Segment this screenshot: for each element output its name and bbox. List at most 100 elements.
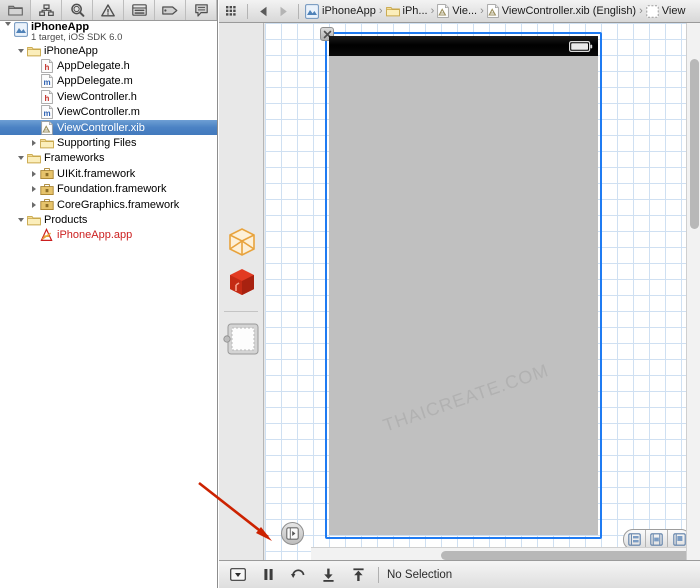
show-document-outline-icon[interactable] [281,522,304,545]
breadcrumb-item[interactable]: View [645,4,687,18]
editor-status-bar: No Selection [219,560,700,588]
breadcrumb-label: iPh... [402,5,428,17]
framework-icon [39,198,54,211]
file-tree-row[interactable]: UIKit.framework [0,166,217,181]
warning-icon [101,3,115,17]
debug-icon [162,5,178,16]
disclosure-triangle-icon[interactable] [2,22,13,26]
refresh-icon[interactable] [284,563,312,587]
disclosure-triangle-icon[interactable] [28,186,39,193]
breadcrumb-separator-icon: › [430,5,435,17]
file-tree-row[interactable]: CoreGraphics.framework [0,197,217,212]
file-tree-row[interactable]: h ViewController.h [0,89,217,104]
breadcrumb-separator-icon: › [480,5,484,17]
forward-arrow-icon[interactable] [273,1,293,21]
horizontal-scrollbar[interactable] [311,547,700,560]
file-tree-row[interactable]: Products [0,212,217,227]
file-tree-row-selected[interactable]: ViewController.xib [0,119,217,136]
project-navigator-tree[interactable]: iPhoneApp 1 target, iOS SDK 6.0 iPhoneApp… [0,21,217,588]
breadcrumb-item[interactable]: Vie... [436,4,478,18]
scrollbar-thumb[interactable] [690,59,699,229]
breadcrumb-label: Vie... [452,5,478,17]
view-object[interactable] [223,318,261,360]
pause-icon[interactable] [254,563,282,587]
breadcrumb-item[interactable]: iPh... [385,5,429,17]
file-tree-row[interactable]: Supporting Files [0,135,217,150]
step-into-icon[interactable] [314,563,342,587]
project-navigator[interactable] [0,0,31,20]
related-items-icon[interactable] [222,1,242,21]
svg-text:h: h [44,94,49,103]
search-icon [70,3,85,17]
disclosure-triangle-icon[interactable] [28,170,39,177]
folder-icon [39,137,54,149]
back-arrow-icon[interactable] [253,1,273,21]
file-tree-row[interactable]: Frameworks [0,151,217,166]
navigator-tab-bar [0,0,217,21]
source-file-icon: m [39,74,54,89]
divider [298,3,299,19]
test-icon [131,4,147,16]
divider [378,566,379,583]
test-navigator[interactable] [124,0,155,20]
file-tree-row[interactable]: Foundation.framework [0,182,217,197]
breadcrumb-item[interactable]: iPhoneApp [304,3,377,19]
svg-text:h: h [44,63,49,72]
step-out-icon[interactable] [344,563,372,587]
file-tree-row[interactable]: iPhoneApp [0,43,217,58]
ib-dock [219,23,264,560]
framework-icon [39,167,54,180]
file-tree-row-sublabel: 1 target, iOS SDK 6.0 [31,32,123,43]
header-file-icon: h [39,59,54,73]
disclosure-triangle-icon[interactable] [28,201,39,208]
interface-builder-canvas[interactable]: THAICREATE.COM [219,23,700,560]
breadcrumb-item[interactable]: ViewController.xib (English) [486,4,637,18]
file-tree-row[interactable]: m AppDelegate.m [0,74,217,89]
file-tree-row[interactable]: h AppDelegate.h [0,58,217,73]
file-tree-row-label: CoreGraphics.framework [57,198,180,211]
breadcrumb[interactable]: iPhoneApp › iPh... › Vie... › ViewControlle… [304,3,687,19]
scrollbar-thumb[interactable] [441,550,700,560]
divider [224,311,258,312]
disclosure-triangle-icon[interactable] [15,48,26,53]
debug-navigator[interactable] [155,0,186,20]
navigator-pane: iPhoneApp 1 target, iOS SDK 6.0 iPhoneApp… [0,0,218,588]
svg-text:m: m [43,78,50,87]
folder-icon [385,5,400,17]
folder-icon [7,4,23,17]
app-product-icon [39,228,54,242]
disclosure-triangle-icon[interactable] [15,156,26,161]
first-responder[interactable] [223,263,261,301]
file-tree-row-label: AppDelegate.m [57,75,133,88]
source-file-icon: m [39,105,54,120]
search-navigator[interactable] [62,0,93,20]
disclosure-triangle-icon[interactable] [28,140,39,147]
vertical-scrollbar[interactable] [686,23,700,560]
disclosure-triangle-icon[interactable] [15,217,26,222]
file-tree-row[interactable]: iPhoneApp 1 target, iOS SDK 6.0 [0,21,217,43]
symbol-navigator[interactable] [31,0,62,20]
file-tree-row-label: AppDelegate.h [57,60,130,73]
xcode-project-icon [13,22,28,37]
xib-file-icon [437,4,450,18]
file-tree-row-label: Foundation.framework [57,183,167,196]
file-tree-row-label: ViewController.xib [57,121,145,134]
breadcrumb-label: iPhoneApp [322,5,376,17]
file-tree-row-label: iPhoneApp.app [57,229,133,242]
iphone-view-preview[interactable]: THAICREATE.COM [329,36,598,535]
files-owner[interactable] [223,223,261,261]
canvas-grid[interactable]: THAICREATE.COM [265,23,700,560]
file-tree-row-label: Products [44,213,88,226]
breadcrumb-separator-icon: › [639,5,643,17]
view-object-icon [646,4,659,18]
file-tree-row[interactable]: m ViewController.m [0,105,217,120]
view-mode-icon[interactable] [224,563,252,587]
file-tree-row[interactable]: iPhoneApp.app [0,228,217,243]
xib-file-icon [486,4,499,18]
editor-pane: iPhoneApp › iPh... › Vie... › ViewControlle… [219,0,700,588]
issue-navigator[interactable] [93,0,124,20]
file-tree-row-label: Frameworks [44,152,105,165]
folder-icon [26,214,41,226]
selection-status-text: No Selection [387,568,453,581]
log-navigator[interactable] [186,0,217,20]
